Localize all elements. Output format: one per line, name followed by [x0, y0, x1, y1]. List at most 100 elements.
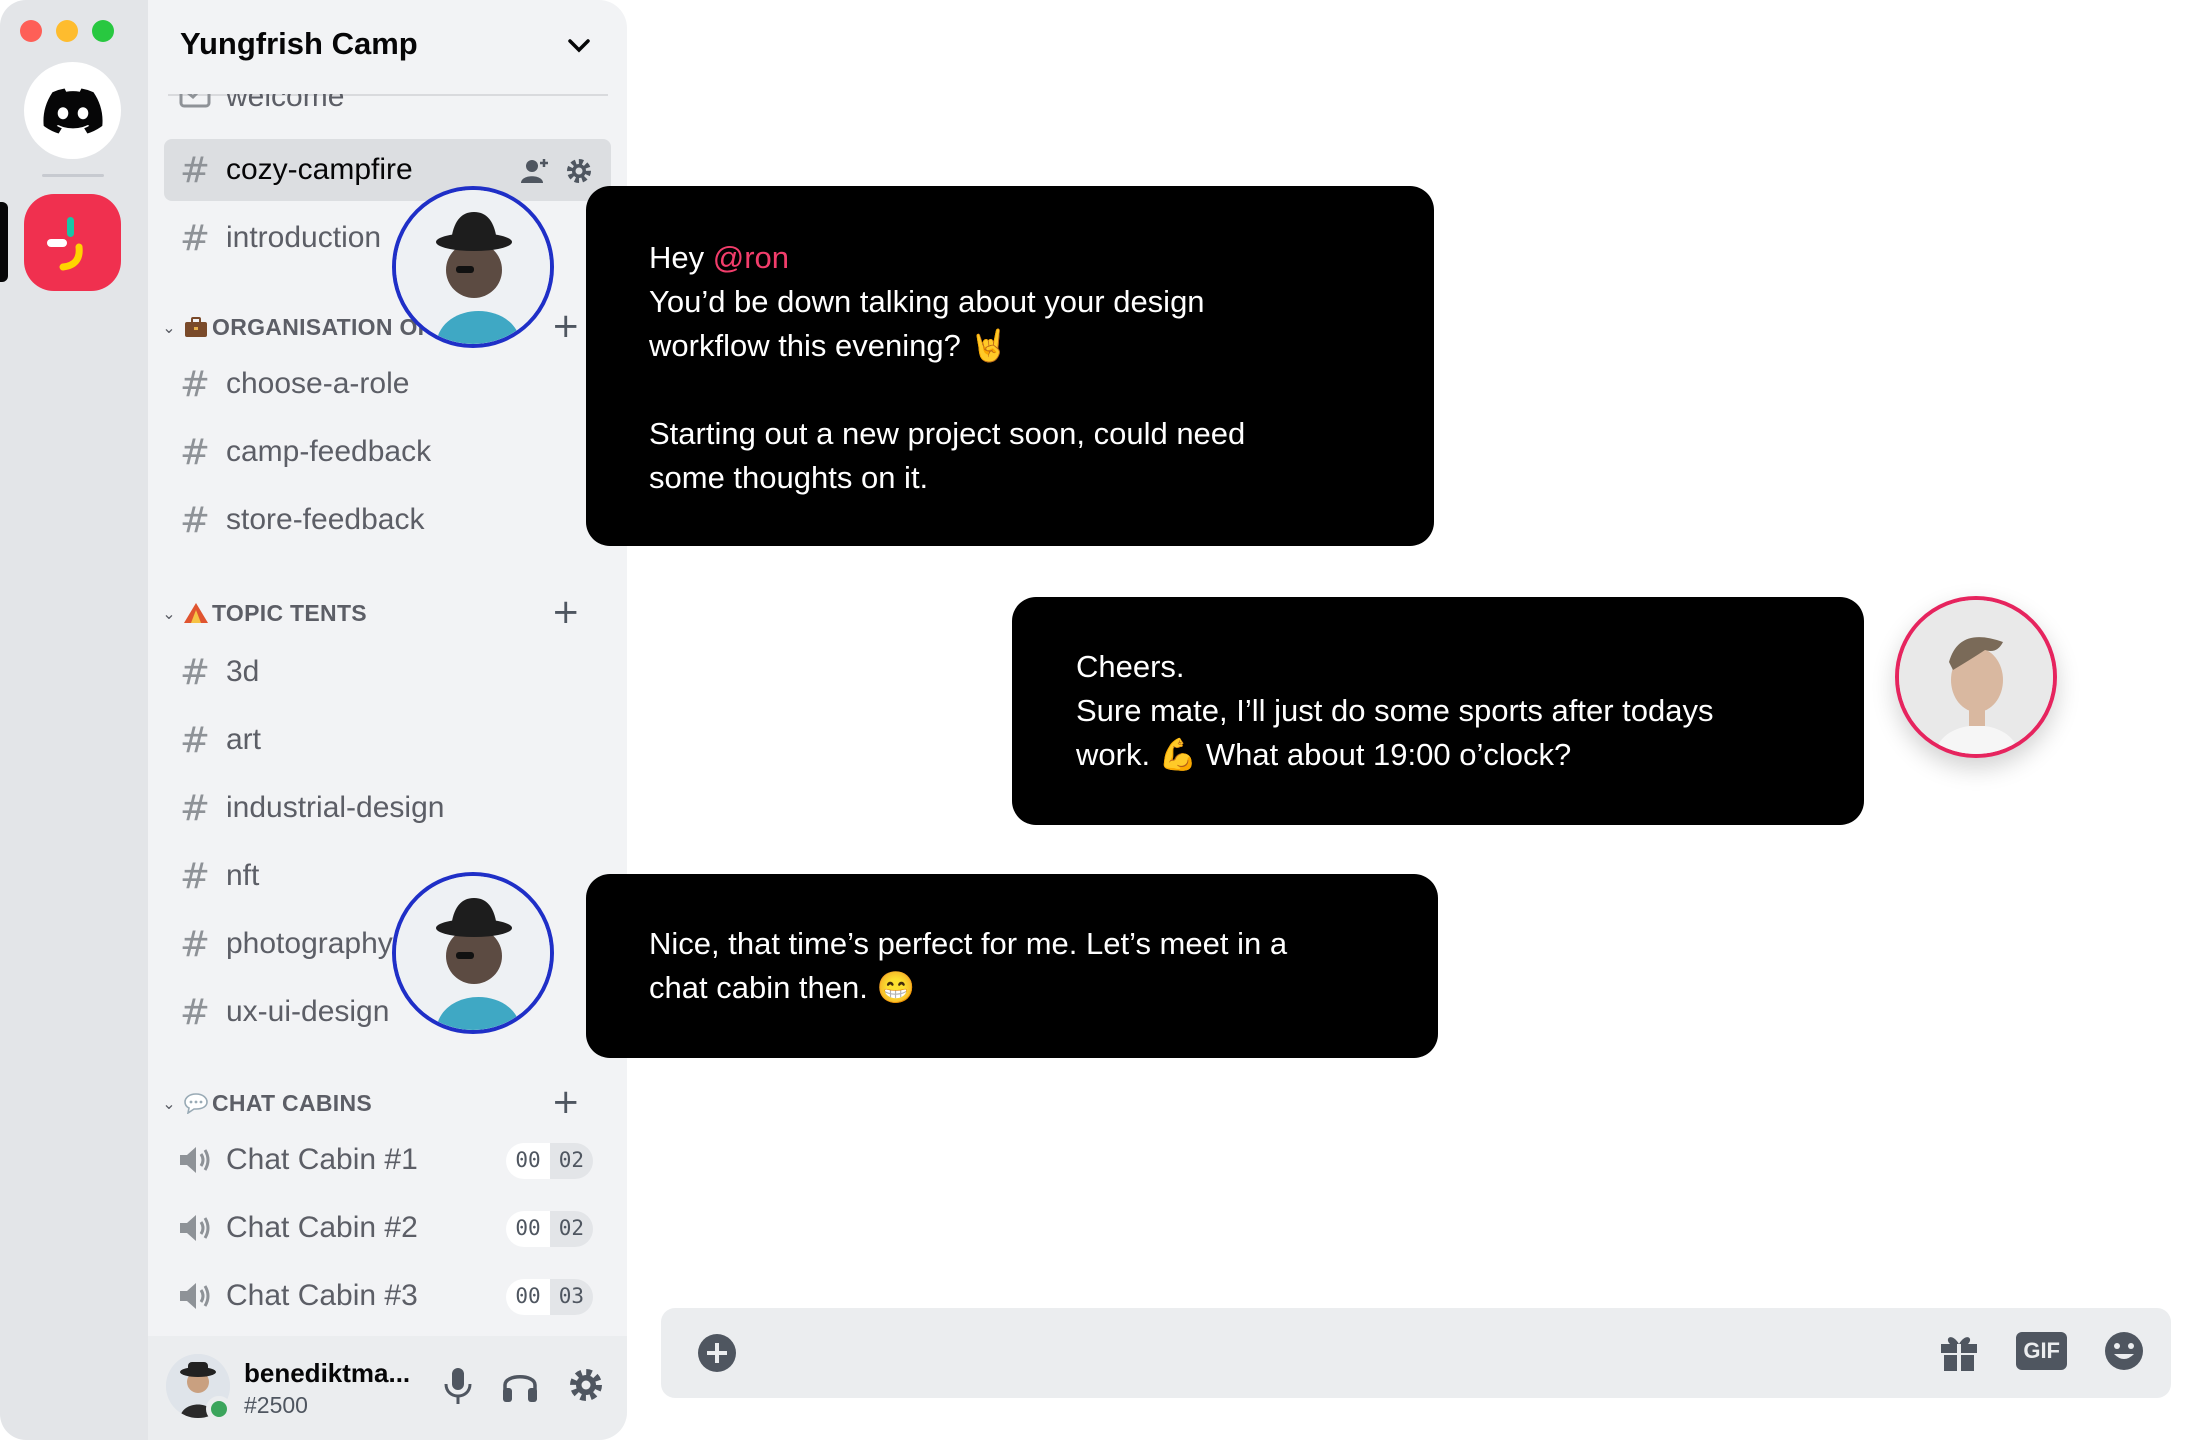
- gear-icon[interactable]: [565, 157, 593, 185]
- message-bubble: Nice, that time’s perfect for me. Let’s …: [586, 874, 1438, 1058]
- voice-user-count: 00 02: [506, 1211, 593, 1247]
- channel-label: cozy-campfire: [226, 153, 413, 186]
- emoji-icon[interactable]: [2103, 1330, 2145, 1372]
- category-label: TOPIC TENTS: [212, 599, 367, 626]
- hash-icon: #: [179, 787, 211, 829]
- message-text: workflow this evening? 🤘: [649, 328, 1009, 363]
- message-composer[interactable]: GIF: [661, 1308, 2171, 1398]
- message-text: chat cabin then. 😁: [649, 970, 916, 1005]
- category-label: ORGANISATION OF: [212, 313, 433, 340]
- channel-label: Chat Cabin #1: [226, 1143, 418, 1176]
- limit-count: 02: [549, 1143, 593, 1179]
- tent-icon: [180, 602, 212, 624]
- category-topic-tents[interactable]: ⌄ TOPIC TENTS +: [158, 593, 598, 633]
- hash-icon: #: [179, 499, 211, 541]
- channel-label: store-feedback: [226, 503, 425, 536]
- minimize-window-button[interactable]: [56, 20, 78, 42]
- voice-channel-chat-cabin-3[interactable]: Chat Cabin #3 00 03: [164, 1265, 611, 1327]
- channel-art[interactable]: # art: [164, 709, 611, 771]
- hash-icon: #: [179, 217, 211, 259]
- channel-label: camp-feedback: [226, 435, 432, 468]
- chevron-down-icon: ⌄: [162, 603, 176, 623]
- channel-label: Chat Cabin #3: [226, 1279, 418, 1312]
- chevron-down-icon: ⌄: [162, 1093, 176, 1113]
- channel-cozy-campfire[interactable]: # cozy-campfire: [164, 139, 611, 201]
- guild-header[interactable]: Yungfrish Camp: [148, 0, 627, 92]
- user-panel: benediktma... #2500: [148, 1336, 627, 1440]
- speech-bubble-icon: [180, 1092, 212, 1114]
- speaker-icon: [164, 1145, 226, 1175]
- message-text: Cheers.: [1076, 649, 1185, 684]
- message-bubble: Hey @ron You’d be down talking about you…: [586, 186, 1434, 546]
- discord-logo-icon: [42, 88, 103, 133]
- add-channel-button[interactable]: +: [552, 595, 581, 629]
- avatar[interactable]: [392, 872, 554, 1034]
- channel-label: art: [226, 723, 262, 756]
- channel-label: photography: [226, 927, 393, 960]
- gif-button[interactable]: GIF: [2016, 1332, 2067, 1370]
- chevron-down-icon: ⌄: [162, 317, 176, 337]
- channel-label: ux-ui-design: [226, 995, 390, 1028]
- headphones-icon[interactable]: [501, 1366, 539, 1404]
- chevron-down-icon[interactable]: [565, 32, 593, 60]
- microphone-icon[interactable]: [443, 1366, 473, 1406]
- rail-separator: [42, 174, 104, 177]
- add-channel-button[interactable]: +: [552, 309, 581, 343]
- channel-camp-feedback[interactable]: # camp-feedback: [164, 421, 611, 483]
- category-label: CHAT CABINS: [212, 1089, 373, 1116]
- gear-icon[interactable]: [567, 1366, 605, 1404]
- channel-label: Chat Cabin #2: [226, 1211, 418, 1244]
- avatar[interactable]: [392, 186, 554, 348]
- channel-label: industrial-design: [226, 791, 445, 824]
- window-controls: [20, 20, 114, 42]
- speaker-icon: [164, 1213, 226, 1243]
- message-text: Nice, that time’s perfect for me. Let’s …: [649, 926, 1288, 961]
- hash-icon: #: [179, 855, 211, 897]
- close-window-button[interactable]: [20, 20, 42, 42]
- discord-home-button[interactable]: [24, 62, 121, 159]
- message-text: Starting out a new project soon, could n…: [649, 416, 1246, 451]
- online-status-badge: [206, 1396, 232, 1422]
- avatar[interactable]: [1895, 596, 2057, 758]
- hash-icon: #: [179, 149, 211, 191]
- channel-store-feedback[interactable]: # store-feedback: [164, 489, 611, 551]
- add-channel-button[interactable]: +: [552, 1085, 581, 1119]
- hash-icon: #: [179, 363, 211, 405]
- hash-icon: #: [179, 991, 211, 1033]
- message-text: You’d be down talking about your design: [649, 284, 1205, 319]
- channel-label: choose-a-role: [226, 367, 410, 400]
- user-tag: #2500: [244, 1392, 308, 1418]
- speaker-icon: [164, 1281, 226, 1311]
- voice-user-count: 00 03: [506, 1279, 593, 1315]
- channel-nft[interactable]: # nft: [164, 845, 611, 907]
- user-mention[interactable]: @ron: [713, 240, 789, 275]
- channel-label: introduction: [226, 221, 382, 254]
- channel-3d[interactable]: # 3d: [164, 641, 611, 703]
- selected-server-indicator: [0, 202, 8, 282]
- current-count: 00: [506, 1143, 550, 1179]
- message-text: some thoughts on it.: [649, 460, 929, 495]
- message-text: work. 💪 What about 19:00 o’clock?: [1076, 737, 1572, 772]
- channel-choose-a-role[interactable]: # choose-a-role: [164, 353, 611, 415]
- channel-label: nft: [226, 859, 260, 892]
- add-attachment-icon[interactable]: [697, 1333, 737, 1373]
- voice-channel-chat-cabin-1[interactable]: Chat Cabin #1 00 02: [164, 1129, 611, 1191]
- channel-sidebar: Yungfrish Camp welcome # cozy-campfire #…: [148, 0, 627, 1440]
- channel-industrial-design[interactable]: # industrial-design: [164, 777, 611, 839]
- category-chat-cabins[interactable]: ⌄ CHAT CABINS +: [158, 1083, 598, 1123]
- voice-channel-chat-cabin-2[interactable]: Chat Cabin #2 00 02: [164, 1197, 611, 1259]
- current-count: 00: [506, 1279, 550, 1315]
- server-yungfrish-camp[interactable]: [24, 194, 121, 291]
- server-rail: [0, 0, 148, 1440]
- voice-user-count: 00 02: [506, 1143, 593, 1179]
- guild-name: Yungfrish Camp: [180, 26, 418, 61]
- maximize-window-button[interactable]: [92, 20, 114, 42]
- username: benediktma...: [244, 1358, 411, 1388]
- message-text: Sure mate, I’ll just do some sports afte…: [1076, 693, 1714, 728]
- limit-count: 03: [549, 1279, 593, 1315]
- message-bubble: Cheers. Sure mate, I’ll just do some spo…: [1012, 597, 1864, 825]
- invite-member-icon[interactable]: [521, 157, 551, 185]
- channel-label: 3d: [226, 655, 260, 688]
- gift-icon[interactable]: [1938, 1330, 1980, 1372]
- hash-icon: #: [179, 719, 211, 761]
